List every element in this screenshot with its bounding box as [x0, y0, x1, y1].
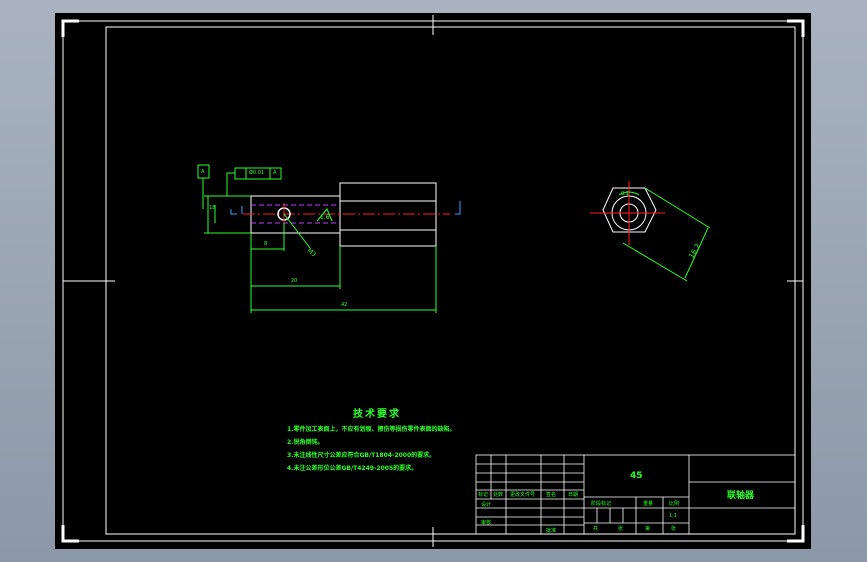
page-label: 第	[645, 526, 651, 532]
material-label: 45	[630, 471, 643, 481]
hex-ring-label: 0.1	[621, 191, 629, 197]
corner-mark-bl	[61, 525, 79, 543]
notes-list: 1.零件加工表面上，不应有划痕、擦伤等损伤零件表面的缺陷。 2.锐角倒钝。 3.…	[287, 423, 455, 475]
approve-label: 批准	[546, 528, 557, 534]
part-name: 联轴器	[727, 491, 755, 501]
scale-value: 1:1	[669, 513, 678, 519]
notes-title: 技术要求	[353, 409, 401, 420]
dim-8-label: 8	[264, 241, 268, 247]
hole-leader-label: M3	[306, 247, 318, 258]
stage-label: 阶段标记	[591, 501, 612, 507]
dim-20-label: 20	[291, 278, 298, 284]
datum-label: A	[201, 169, 205, 175]
sheet-total-label: 共	[593, 526, 599, 532]
angle-label: 18	[209, 205, 216, 211]
row-label-date: 日期	[568, 492, 579, 498]
hole-leader	[283, 213, 311, 249]
datum-mark-right	[455, 201, 461, 215]
corner-mark-tl	[61, 19, 79, 37]
drawing-sheet: 1.6 M3 8 20 42 18 A Ø0.01 A 0.1 16.2 技术要…	[55, 13, 811, 549]
row-label-count: 处数	[493, 492, 504, 498]
row-label-sign: 签名	[546, 492, 557, 498]
row-label-mark: 标记	[478, 492, 489, 498]
weight-label: 重量	[643, 501, 654, 507]
check-label: 审核	[481, 520, 492, 526]
note-item: 3.未注线性尺寸公差应符合GB/T1804-2000的要求。	[287, 452, 436, 459]
chamfer-label: 1.6	[320, 214, 330, 221]
row-label-doc: 更改文件号	[510, 492, 536, 498]
design-label: 设计	[481, 502, 492, 508]
sheet-suffix-label: 张	[618, 526, 624, 532]
note-item: 1.零件加工表面上，不应有划痕、擦伤等损伤零件表面的缺陷。	[287, 426, 456, 433]
page-suffix-label: 张	[671, 526, 677, 532]
datum-mark-left	[230, 209, 237, 215]
tolerance-value: Ø0.01	[249, 170, 265, 176]
note-item: 2.锐角倒钝。	[287, 439, 324, 446]
note-item: 4.未注公差形位公差GB/T4249-2005的要求。	[287, 465, 418, 472]
tolerance-leader	[226, 172, 235, 196]
dim-42-label: 42	[341, 302, 348, 308]
tolerance-datum: A	[273, 170, 277, 176]
ratio-label: 比例	[669, 501, 680, 507]
